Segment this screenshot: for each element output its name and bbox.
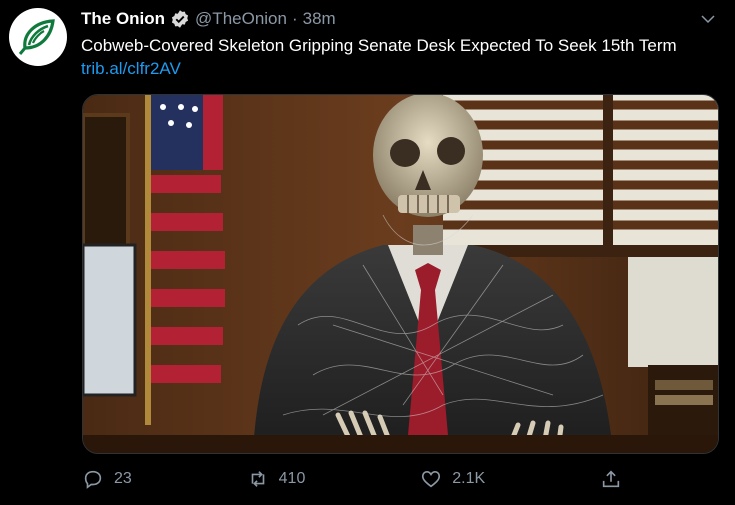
like-button[interactable]: 2.1K (420, 468, 485, 490)
account-name[interactable]: The Onion (81, 9, 165, 29)
skeleton-senator-image (83, 95, 718, 453)
share-icon (602, 470, 620, 488)
reply-button[interactable]: 23 (82, 468, 132, 490)
tweet-text: Cobweb-Covered Skeleton Gripping Senate … (81, 34, 701, 80)
retweet-button[interactable]: 410 (247, 468, 306, 490)
tweet-actions: 23 410 2.1K (82, 466, 622, 492)
chevron-down-icon[interactable] (699, 10, 717, 28)
reply-count: 23 (114, 470, 132, 487)
account-handle[interactable]: @TheOnion (195, 9, 287, 29)
tweet-link[interactable]: trib.al/clfr2AV (81, 59, 181, 78)
onion-logo-icon (14, 13, 62, 61)
like-count: 2.1K (452, 470, 486, 487)
tweet-timestamp[interactable]: 38m (303, 9, 336, 29)
retweet-count: 410 (278, 470, 306, 487)
separator-dot: · (291, 9, 298, 28)
share-button[interactable] (600, 468, 622, 490)
tweet-header: The Onion @TheOnion · 38m (81, 6, 695, 32)
like-icon (422, 471, 441, 488)
retweet-icon (251, 471, 264, 487)
tweet-image[interactable] (82, 94, 719, 454)
verified-badge-icon (170, 9, 190, 29)
tweet-body: Cobweb-Covered Skeleton Gripping Senate … (81, 36, 677, 55)
reply-icon (84, 470, 102, 489)
avatar[interactable] (9, 8, 67, 66)
